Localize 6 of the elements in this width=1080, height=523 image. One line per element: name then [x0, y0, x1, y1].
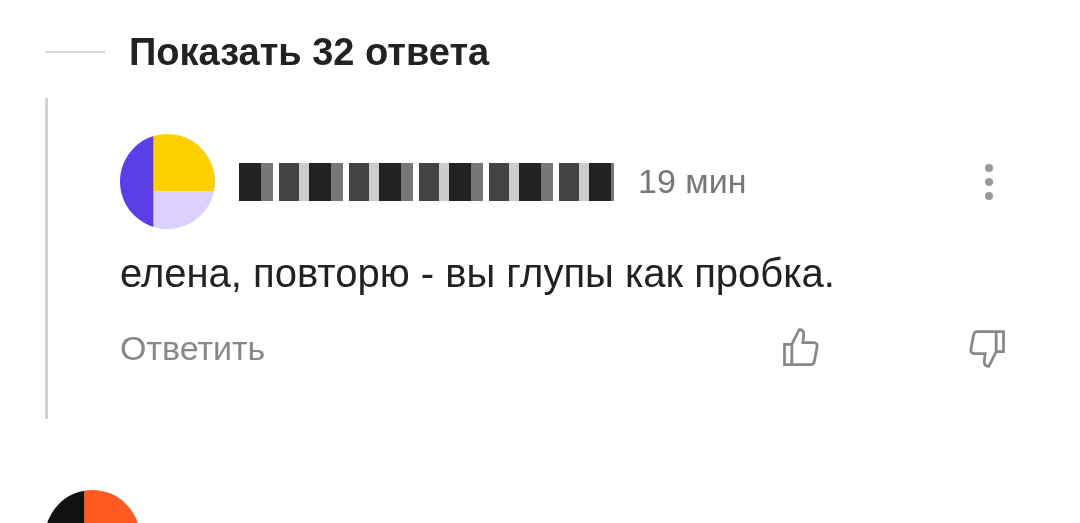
more-icon[interactable] [983, 162, 995, 201]
comment-time: 19 мин [638, 162, 747, 201]
avatar-icon [120, 134, 215, 229]
comment-text: елена, повторю - вы глупы как пробка. [120, 251, 836, 296]
reply-button[interactable]: Ответить [120, 328, 266, 368]
show-replies-button[interactable]: Показать 32 ответа [129, 30, 490, 74]
